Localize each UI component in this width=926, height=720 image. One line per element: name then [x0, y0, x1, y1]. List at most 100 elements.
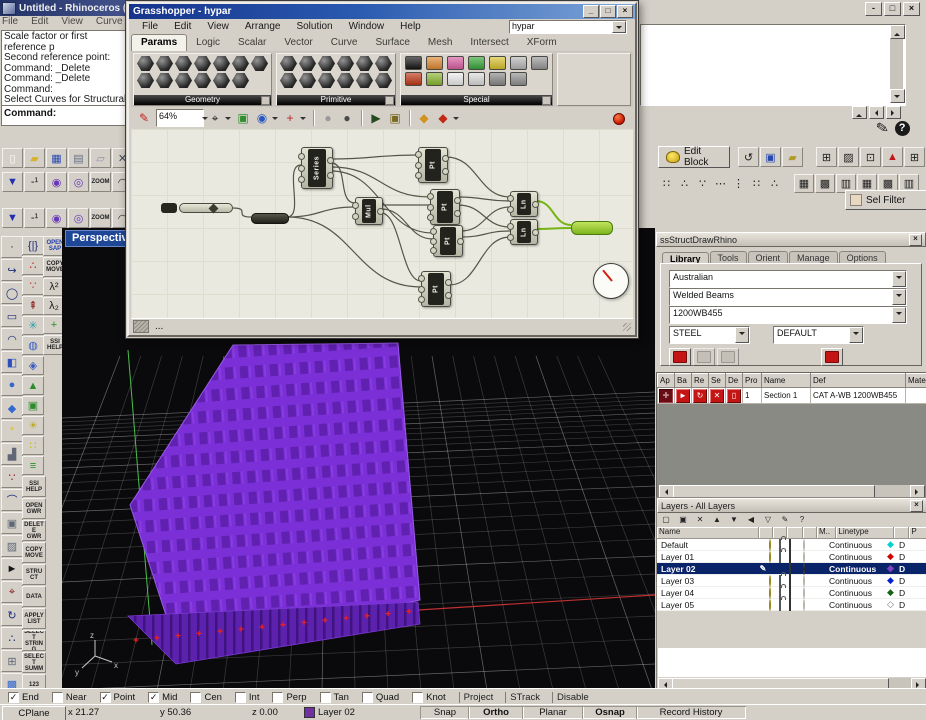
filter-layers-icon[interactable]: ▽ [761, 514, 775, 526]
layer-color-cell[interactable] [789, 600, 803, 610]
left-tool-light-bulb[interactable]: ☀ [22, 416, 44, 435]
layer-current-cell[interactable] [803, 576, 815, 586]
canvas-tools-icon[interactable] [133, 320, 149, 333]
select-icon[interactable]: ✕ [710, 389, 724, 403]
osnap-perp-checkbox[interactable] [272, 692, 283, 703]
left-tool-select-string[interactable]: SELECT STRING [22, 630, 46, 651]
input-port[interactable] [430, 238, 437, 245]
param-hex-icon[interactable] [280, 73, 297, 88]
document-selector-arrow-icon[interactable] [612, 21, 626, 33]
toolbar-box-grid-1[interactable]: ▦ [794, 174, 814, 193]
left-tool-mesh-sphere[interactable]: ◍ [22, 336, 44, 355]
left-tool-surface[interactable]: ◧ [1, 351, 23, 373]
record-button[interactable] [613, 113, 625, 125]
left-tool-array[interactable]: ∴ [1, 627, 23, 649]
gh-minimize-button[interactable]: _ [583, 5, 599, 18]
layers-header-3[interactable] [787, 527, 803, 539]
toolbar-points-2x2[interactable]: ∷ [658, 176, 675, 192]
section-pro[interactable]: 1 [743, 388, 762, 404]
section-cell-icon[interactable]: ↻ [692, 388, 709, 404]
param-hex-icon[interactable] [375, 56, 392, 71]
gh-close-button[interactable]: × [617, 5, 633, 18]
output-port[interactable] [442, 155, 449, 162]
point-b-component[interactable]: Pt [430, 189, 460, 225]
struct-panel-close-icon[interactable]: × [909, 234, 922, 246]
move-down-icon[interactable]: ▼ [727, 514, 741, 526]
layer-current-cell[interactable] [803, 600, 815, 610]
osnap-tan-checkbox[interactable] [320, 692, 331, 703]
layer-color-cell[interactable] [789, 552, 803, 562]
toolbar-hide-objects[interactable]: -¹ [24, 172, 45, 192]
osnap-quad[interactable]: Quad [362, 692, 399, 703]
line-a-component[interactable]: Ln [510, 191, 538, 217]
zoom-extents-canvas-dropdown-icon[interactable] [225, 110, 232, 127]
point-a-component[interactable]: Pt [418, 147, 448, 183]
param-hex-icon[interactable] [137, 73, 154, 88]
tab-curve[interactable]: Curve [322, 35, 367, 51]
input-port[interactable] [427, 204, 434, 211]
material-dropdown[interactable]: STEEL [669, 326, 750, 344]
next-section-button[interactable] [717, 348, 739, 366]
canvas-zoom-combo[interactable]: 64% [156, 109, 204, 127]
section-name[interactable]: Section 1 [762, 388, 811, 404]
toolbar-block-stack[interactable]: ▣ [760, 147, 781, 167]
section-table-row[interactable]: ✛►↻✕▯1Section 1CAT A-WB 1200WB455DEF [658, 388, 926, 404]
move-up-icon[interactable]: ▲ [710, 514, 724, 526]
resize-grip[interactable] [623, 323, 631, 331]
sel-filter-button[interactable]: Sel Filter [845, 190, 926, 210]
param-hex-icon[interactable] [156, 73, 173, 88]
material-dropdown-arrow-icon[interactable] [735, 327, 749, 343]
input-port[interactable] [427, 193, 434, 200]
slider-grip-icon[interactable] [209, 204, 219, 214]
left-tool-apply-list[interactable]: APPLY LIST [22, 608, 46, 629]
section-hscrollbar[interactable] [659, 485, 925, 497]
section-col-materia[interactable]: Materia [906, 374, 926, 388]
tab-logic[interactable]: Logic [187, 35, 229, 51]
output-port[interactable] [445, 279, 452, 286]
spin-up-button[interactable] [852, 106, 867, 119]
toolbar-alert-triangle[interactable]: ▲ [882, 147, 903, 167]
grasshopper-titlebar[interactable]: Grasshopper - hypar _ □ × [129, 4, 635, 19]
status-pane-osnap[interactable]: Osnap [582, 706, 638, 719]
left-tool-block-tools[interactable]: ▣ [1, 512, 23, 534]
output-port[interactable] [532, 201, 539, 208]
left-tool-select-summ[interactable]: SELECT SUMM [22, 652, 46, 673]
scroll-up-button[interactable] [890, 25, 905, 39]
struct-dropdown-1-arrow-icon[interactable] [892, 289, 906, 305]
rhino-menu-edit[interactable]: Edit [31, 16, 48, 29]
slider-track[interactable] [179, 203, 233, 213]
param-hex-icon[interactable] [232, 56, 249, 71]
gh-menu-file[interactable]: File [135, 20, 165, 33]
help-icon[interactable]: ? [895, 121, 910, 136]
series-component[interactable]: Series [301, 147, 333, 189]
gh-menu-window[interactable]: Window [342, 20, 392, 33]
document-selector[interactable]: hypar [509, 20, 627, 34]
left-tool-curve-bracket[interactable]: {|} [22, 236, 44, 255]
help-icon[interactable]: ? [795, 514, 809, 526]
toolbar-zoom-extents[interactable]: ZOOM [90, 208, 111, 228]
osnap-quad-checkbox[interactable] [362, 692, 373, 703]
canvas-preview-shaded[interactable]: ● [338, 110, 356, 127]
layer-lock-cell[interactable] [779, 552, 789, 562]
point-d-component[interactable]: Pt [421, 271, 451, 307]
left-tool-point-cloud[interactable]: ∵ [1, 466, 23, 488]
input-port[interactable] [298, 176, 305, 183]
osnap-disable-button[interactable]: Disable [552, 692, 592, 703]
canvas-preview-settings[interactable]: ◉ [253, 110, 271, 127]
relay[interactable] [251, 213, 289, 224]
left-tool-points-scatter[interactable]: ∷ [22, 436, 44, 455]
pin-document-dropdown-icon[interactable] [300, 110, 307, 127]
param-hex-icon[interactable] [356, 73, 373, 88]
number-slider[interactable] [161, 203, 233, 213]
left-tool-ssi-help[interactable]: SSI HELP [22, 476, 46, 497]
layer-color-cell[interactable] [789, 540, 803, 550]
param-hex-icon[interactable] [175, 73, 192, 88]
param-hex-icon[interactable] [318, 56, 335, 71]
left-tool-data[interactable]: DATA [22, 586, 46, 607]
toolbar-history-spiral[interactable]: ↺ [738, 147, 759, 167]
eject-section-button[interactable] [821, 348, 843, 366]
param-hex-icon[interactable] [251, 56, 268, 71]
toolbar-save[interactable]: ▦ [46, 148, 67, 168]
command-prompt[interactable]: Command: [1, 105, 131, 126]
special-param-icon[interactable] [426, 72, 443, 86]
